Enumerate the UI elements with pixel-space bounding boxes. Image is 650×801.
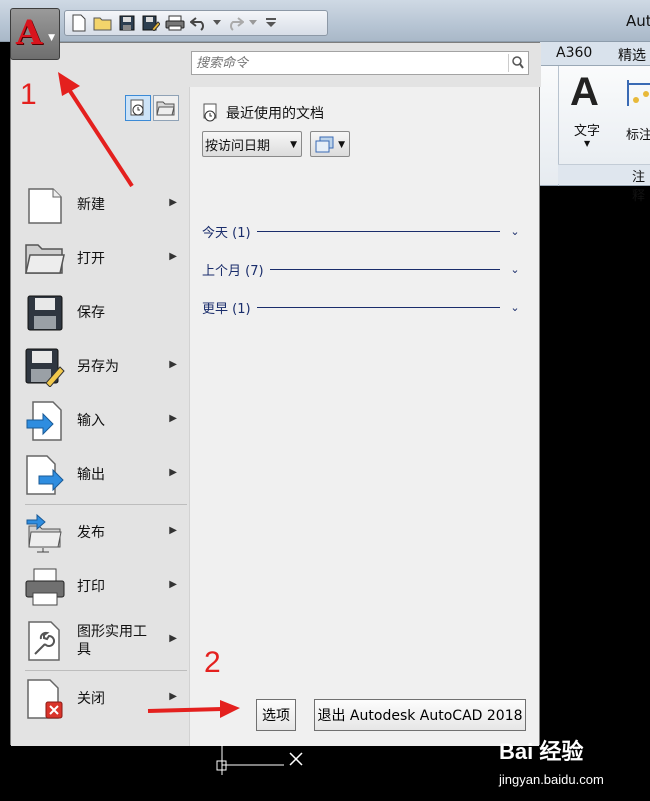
ucs-crosshair-icon xyxy=(216,745,303,775)
annotation-step-1: 1 xyxy=(20,78,37,111)
application-menu-button[interactable]: A ▼ xyxy=(10,8,60,60)
screen: Auto A ▼ A360 精选 A 文字 ▼ 标注 注释 xyxy=(0,0,650,801)
annotation-layer xyxy=(58,72,240,718)
chevron-down-icon: ▼ xyxy=(48,33,55,43)
baidu-jingyan-watermark: Bai 经验 jingyan.baidu.com xyxy=(495,730,645,796)
annotation-arrow-1 xyxy=(58,72,134,188)
annotation-arrow-2 xyxy=(147,700,240,718)
watermark-url: jingyan.baidu.com xyxy=(499,772,604,787)
watermark-logo: Bai 经验 xyxy=(499,739,584,764)
autocad-logo-icon: A xyxy=(16,13,43,53)
annotation-step-2: 2 xyxy=(204,646,221,679)
